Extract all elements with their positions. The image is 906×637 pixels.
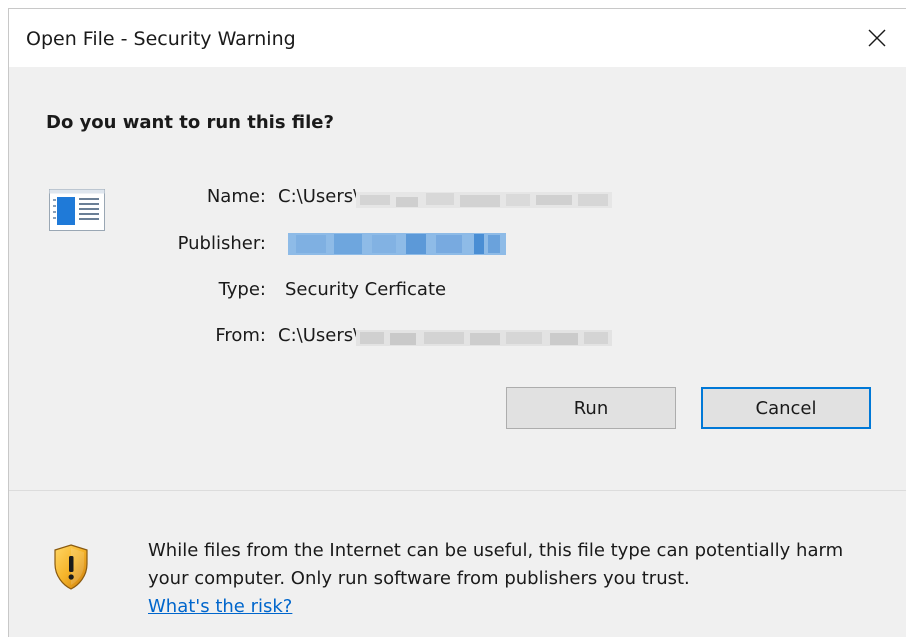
type-value: Security Cerficate xyxy=(285,279,447,300)
name-value: C:\Users\ xyxy=(278,186,360,207)
close-icon xyxy=(868,29,886,47)
run-button[interactable]: Run xyxy=(506,387,676,429)
from-label: From: xyxy=(215,325,266,346)
prompt-question: Do you want to run this file? xyxy=(46,112,334,133)
shield-warning-icon xyxy=(53,544,89,594)
type-label: Type: xyxy=(218,279,266,300)
from-value: C:\Users\ xyxy=(278,325,360,346)
name-redacted xyxy=(356,189,612,211)
cancel-button[interactable]: Cancel xyxy=(701,387,871,429)
titlebar: Open File - Security Warning xyxy=(9,9,906,67)
warning-text: While files from the Internet can be use… xyxy=(148,540,844,589)
warning-message: While files from the Internet can be use… xyxy=(148,537,888,621)
publisher-redacted xyxy=(288,231,506,257)
whats-the-risk-link[interactable]: What's the risk? xyxy=(148,596,292,617)
window-title: Open File - Security Warning xyxy=(26,28,296,50)
from-redacted xyxy=(356,327,612,349)
security-warning-dialog: Open File - Security Warning Do you want… xyxy=(8,8,906,637)
name-label: Name: xyxy=(206,186,266,207)
publisher-label: Publisher: xyxy=(177,233,266,254)
close-button[interactable] xyxy=(848,9,906,67)
